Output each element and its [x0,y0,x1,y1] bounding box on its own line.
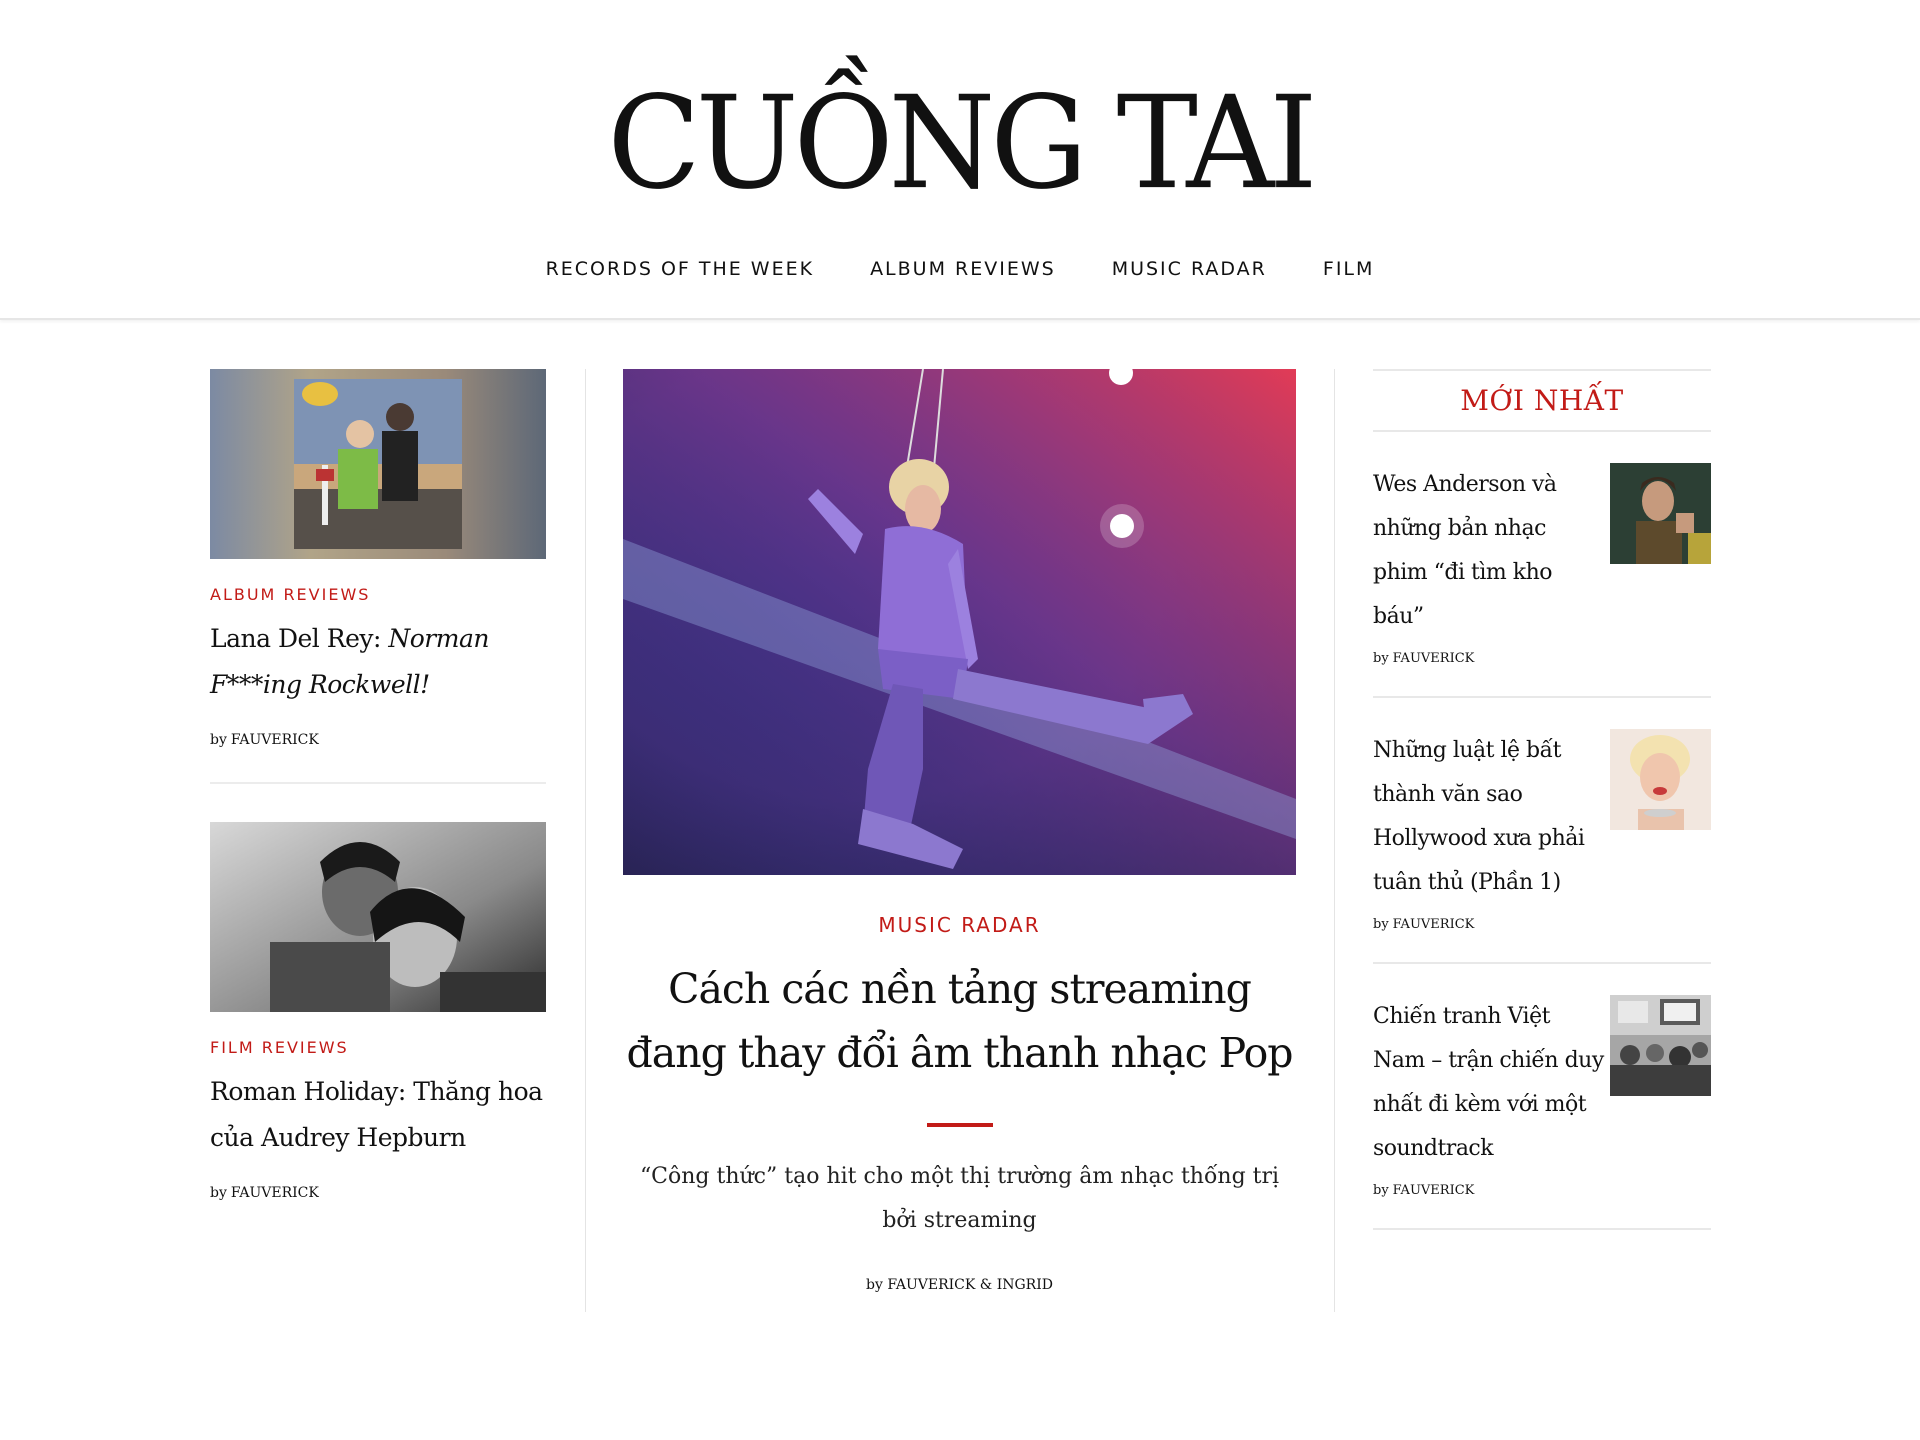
column-divider [585,369,586,1312]
featured-title[interactable]: Cách các nền tảng streaming đang thay đổ… [623,957,1296,1085]
latest-post-author[interactable]: FAUVERICK [1393,1183,1475,1198]
site-header: CUỒNG TAI RECORDS OF THE WEEK ALBUM REVI… [0,0,1920,320]
portrait-image [1610,463,1711,564]
title-divider [926,1123,993,1127]
featured-image[interactable] [623,369,1296,875]
featured-author[interactable]: FAUVERICK & INGRID [887,1277,1053,1293]
album-cover-image [210,369,546,559]
latest-post-author[interactable]: FAUVERICK [1393,917,1475,932]
byline-prefix: by [1373,917,1389,932]
byline-prefix: by [866,1277,883,1293]
byline-prefix: by [1373,1183,1389,1198]
nav-item-records-of-the-week[interactable]: RECORDS OF THE WEEK [546,258,814,280]
latest-post-thumbnail[interactable] [1610,729,1711,830]
latest-post-title[interactable]: Chiến tranh Việt Nam – trận chiến duy nh… [1373,995,1605,1171]
site-logo[interactable]: CUỒNG TAI [0,79,1920,207]
latest-post-byline: by FAUVERICK [1373,1183,1711,1198]
latest-post-thumbnail[interactable] [1610,995,1711,1096]
post-title-text[interactable]: Lana Del Rey: [210,624,388,653]
post-category[interactable]: FILM REVIEWS [210,1038,546,1057]
nav-item-album-reviews[interactable]: ALBUM REVIEWS [870,258,1056,280]
featured-byline: by FAUVERICK & INGRID [623,1277,1296,1293]
post-thumbnail[interactable] [210,822,546,1012]
byline-prefix: by [210,732,227,748]
latest-post: Wes Anderson và những bản nhạc phim “đi … [1373,432,1711,698]
latest-post-title[interactable]: Wes Anderson và những bản nhạc phim “đi … [1373,463,1605,639]
latest-post: Những luật lệ bất thành văn sao Hollywoo… [1373,698,1711,964]
post-author[interactable]: FAUVERICK [231,1185,319,1201]
nav-item-music-radar[interactable]: MUSIC RADAR [1112,258,1267,280]
latest-post-author[interactable]: FAUVERICK [1393,651,1475,666]
featured-excerpt: “Công thức” tạo hit cho một thị trường â… [639,1164,1280,1233]
byline-prefix: by [1373,651,1389,666]
performer-stage-photo [623,369,1296,875]
protest-crowd-image [1610,995,1711,1096]
latest-post-title[interactable]: Những luật lệ bất thành văn sao Hollywoo… [1373,729,1605,905]
latest-sidebar: MỚI NHẤT Wes Anderson và những bản nhạc … [1373,369,1711,1230]
featured-post: MUSIC RADAR Cách các nền tảng streaming … [623,369,1296,1293]
sidebar-heading: MỚI NHẤT [1373,369,1711,432]
latest-post-thumbnail[interactable] [1610,463,1711,564]
left-column: ALBUM REVIEWS Lana Del Rey: Norman F***i… [210,369,546,1273]
film-still-image [210,822,546,1012]
post-author[interactable]: FAUVERICK [231,732,319,748]
nav-item-film[interactable]: FILM [1323,258,1375,280]
featured-category[interactable]: MUSIC RADAR [623,913,1296,937]
latest-post-byline: by FAUVERICK [1373,917,1711,932]
main-nav: RECORDS OF THE WEEK ALBUM REVIEWS MUSIC … [0,258,1920,280]
post-card: ALBUM REVIEWS Lana Del Rey: Norman F***i… [210,369,546,784]
sidebar-heading-text: MỚI NHẤT [1460,384,1624,417]
post-thumbnail[interactable] [210,369,546,559]
post-category[interactable]: ALBUM REVIEWS [210,585,546,604]
byline-prefix: by [210,1185,227,1201]
vintage-portrait-image [1610,729,1711,830]
post-byline: by FAUVERICK [210,732,546,748]
post-title[interactable]: Lana Del Rey: Norman F***ing Rockwell! [210,616,546,708]
post-card: FILM REVIEWS Roman Holiday: Thăng hoa củ… [210,822,546,1235]
latest-post: Chiến tranh Việt Nam – trận chiến duy nh… [1373,964,1711,1230]
post-title[interactable]: Roman Holiday: Thăng hoa của Audrey Hepb… [210,1069,546,1161]
post-title-text[interactable]: Roman Holiday: Thăng hoa của Audrey Hepb… [210,1077,543,1152]
column-divider [1334,369,1335,1312]
latest-post-byline: by FAUVERICK [1373,651,1711,666]
post-byline: by FAUVERICK [210,1185,546,1201]
